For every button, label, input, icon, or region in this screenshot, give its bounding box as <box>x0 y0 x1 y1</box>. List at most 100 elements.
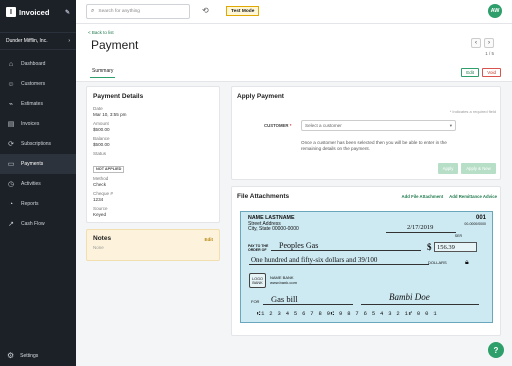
status-label: Status <box>93 151 107 156</box>
check-amount: 156.39 <box>434 242 477 252</box>
sidebar-item-label: Payments <box>21 161 44 167</box>
apply-button[interactable]: Apply <box>438 163 458 174</box>
bank-url: www.bank.com <box>270 279 297 285</box>
payee-line <box>271 250 421 251</box>
customers-icon: ☺ <box>7 80 15 88</box>
pager: ‹ › <box>471 38 494 48</box>
search-icon: ⌕ <box>91 8 95 14</box>
avatar[interactable]: AW <box>488 4 502 18</box>
bank-logo: LOGO BANK <box>249 273 266 288</box>
memo-line <box>263 304 353 305</box>
check-amount-words: One hundred and fifty-six dollars and 39… <box>251 256 378 264</box>
file-attachments-card: File Attachments Add File Attachment Add… <box>231 186 501 336</box>
customer-label: CUSTOMER * <box>264 123 292 128</box>
estimates-icon: ⌁ <box>8 101 14 108</box>
check-holder: NAME LASTNAME Street Address City, State… <box>248 215 299 233</box>
notes-card: Notes Edit None <box>86 229 220 261</box>
add-remittance-advice-link[interactable]: Add Remittance Advice <box>449 194 497 199</box>
top-bar: ⌕ Search for anything ⟲ Test Mode AW <box>76 0 512 24</box>
sidebar-item-settings[interactable]: ⚙ Settings <box>0 351 45 360</box>
dashboard-icon: ⌂ <box>8 60 14 68</box>
sidebar-item-cash-flow[interactable]: ↗ Cash Flow <box>0 214 76 234</box>
search-placeholder: Search for anything <box>98 9 140 14</box>
sidebar-item-reports[interactable]: ◔ Reports <box>0 194 76 214</box>
required-note: * Indicates a required field <box>449 109 496 114</box>
dollars-label: DOLLARS <box>428 260 447 265</box>
check-signature: Bambi Doe <box>389 292 430 302</box>
amount-words-line <box>249 264 429 265</box>
customer-placeholder: Select a customer <box>305 123 342 128</box>
chevron-right-icon[interactable]: › <box>484 38 494 48</box>
history-icon[interactable]: ⟲ <box>202 6 209 15</box>
sidebar-item-subscriptions[interactable]: ⟳ Subscriptions <box>0 134 76 154</box>
help-button[interactable]: ? <box>488 342 504 358</box>
payments-icon: ▭ <box>7 161 15 168</box>
sidebar-item-label: Invoices <box>21 121 40 127</box>
subscriptions-icon: ⟳ <box>8 141 14 148</box>
app-logo[interactable]: I Invoiced ✎ <box>0 0 76 24</box>
page-title: Payment <box>91 38 139 52</box>
sidebar-item-label: Dashboard <box>21 61 46 67</box>
pin-icon[interactable]: ✎ <box>65 9 70 16</box>
company-name: Dunder Mifflin, Inc. <box>6 38 48 44</box>
sidebar: I Invoiced ✎ Dunder Mifflin, Inc. › ⌂ Das… <box>0 0 76 366</box>
sidebar-item-label: Customers <box>21 81 46 87</box>
sidebar-item-estimates[interactable]: ⌁ Estimates <box>0 94 76 114</box>
signature-line <box>361 304 479 305</box>
sidebar-item-customers[interactable]: ☺ Customers <box>0 74 76 94</box>
customer-select[interactable]: Select a customer ▾ <box>301 120 456 131</box>
sidebar-item-activities[interactable]: ◷ Activities <box>0 174 76 194</box>
sidebar-item-label: Reports <box>21 201 39 207</box>
sidebar-item-label: Estimates <box>21 101 43 107</box>
page-header: < Back to list Payment ‹ › 1 / 5 Summary… <box>76 24 512 82</box>
status-badge: NOT APPLIED <box>93 166 125 173</box>
page-count: 1 / 5 <box>485 51 494 56</box>
chevron-left-icon[interactable]: ‹ <box>471 38 481 48</box>
sidebar-item-label: Activities <box>21 181 41 187</box>
lock-icon: 🔒︎ <box>465 258 469 266</box>
date-value: Mar 10, 3:55 pm <box>93 112 127 117</box>
for-label: FOR <box>251 299 260 304</box>
app-name: Invoiced <box>19 7 50 17</box>
company-switcher[interactable]: Dunder Mifflin, Inc. › <box>0 32 76 50</box>
check-payee: Peoples Gas <box>279 241 319 250</box>
sidebar-item-dashboard[interactable]: ⌂ Dashboard <box>0 54 76 74</box>
notes-edit-link[interactable]: Edit <box>205 237 214 242</box>
test-mode-badge[interactable]: Test Mode <box>226 6 260 16</box>
check-micr-line: ⑆1 2 3 4 5 6 7 8 9⑆ 9 8 7 6 5 4 3 2 1⑈ 0… <box>257 310 438 317</box>
check-memo: Gas bill <box>271 294 298 304</box>
sidebar-item-invoices[interactable]: ▤ Invoices <box>0 114 76 134</box>
check-date: 2/17/2019 <box>407 224 434 231</box>
payment-details-heading: Payment Details <box>93 93 144 100</box>
check-image[interactable]: NAME LASTNAME Street Address City, State… <box>240 211 493 323</box>
cash-flow-icon: ↗ <box>8 221 14 228</box>
activities-icon: ◷ <box>7 181 15 188</box>
add-file-attachment-link[interactable]: Add File Attachment <box>402 194 444 199</box>
amount-value: $500.00 <box>93 127 110 132</box>
search-input[interactable]: ⌕ Search for anything <box>86 4 190 19</box>
customer-label-text: CUSTOMER <box>264 123 289 128</box>
check-number: 001 <box>475 215 486 221</box>
sidebar-item-label: Cash Flow <box>21 221 45 227</box>
invoices-icon: ▤ <box>7 121 15 128</box>
source-value: Keyed <box>93 212 107 217</box>
apply-payment-heading: Apply Payment <box>237 93 284 100</box>
sidebar-item-label: Subscriptions <box>21 141 52 147</box>
reports-icon: ◔ <box>8 200 14 208</box>
edit-button[interactable]: Edit <box>461 68 479 77</box>
chevron-right-icon: › <box>68 38 70 44</box>
invoiced-logo-icon: I <box>6 7 16 17</box>
pay-to-label: PAY TO THE ORDER OF <box>248 244 269 252</box>
void-button[interactable]: Void <box>482 68 501 77</box>
back-to-list-link[interactable]: < Back to list <box>88 30 114 35</box>
sidebar-item-label: Settings <box>20 352 39 359</box>
apply-and-new-button[interactable]: Apply & New <box>461 163 496 174</box>
notes-heading: Notes <box>93 235 112 242</box>
cheque-value: 1234 <box>93 197 104 202</box>
tab-summary[interactable]: Summary <box>90 68 116 78</box>
sidebar-item-payments[interactable]: ▭ Payments <box>0 154 76 174</box>
dollar-sign: $ <box>427 242 432 252</box>
apply-payment-card: Apply Payment * Indicates a required fie… <box>231 86 501 180</box>
customer-helper-text: Once a customer has been selected then y… <box>301 140 447 151</box>
check-ser-label: SER <box>454 234 462 238</box>
